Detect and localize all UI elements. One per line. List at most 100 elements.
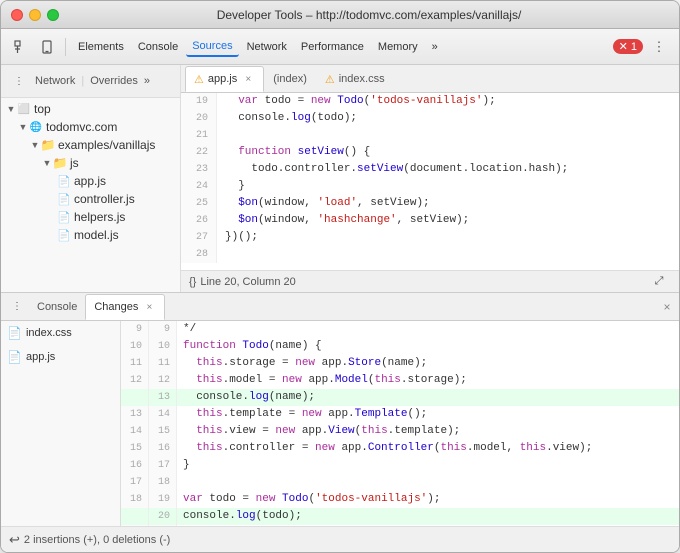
tree-item-examples[interactable]: ▼ 📁 examples/vanillajs — [1, 136, 180, 154]
overrides-tab-label[interactable]: Overrides — [90, 75, 138, 87]
tab-changes-label: Changes — [94, 301, 138, 313]
changes-file-label-indexcss: index.css — [26, 327, 72, 339]
tree-label-appjs: app.js — [74, 174, 106, 188]
tree-item-todomvc[interactable]: ▼ 🌐 todomvc.com — [1, 118, 180, 136]
tree-toggle-js[interactable]: ▼ — [41, 157, 53, 169]
code-lines: 19 var todo = new Todo('todos-vanillajs'… — [181, 93, 679, 263]
appjs-file-icon: 📄 — [7, 350, 22, 364]
helpersjs-icon: 📄 — [57, 210, 71, 224]
traffic-lights — [11, 9, 59, 21]
tree-item-top[interactable]: ▼ ⬜ top — [1, 100, 180, 118]
code-editor[interactable]: 19 var todo = new Todo('todos-vanillajs'… — [181, 93, 679, 270]
toolbar-right: ✕ 1 ⋮ — [613, 35, 671, 59]
changes-file-appjs[interactable]: 📄 app.js — [1, 345, 120, 369]
more-tabs-button[interactable]: » — [426, 38, 444, 56]
tree-item-appjs[interactable]: 📄 app.js — [1, 172, 180, 190]
statusbar-brackets: {} — [189, 276, 196, 288]
changes-content: 📄 index.css 📄 app.js 9 9 */ — [1, 321, 679, 526]
close-bottom-panel-button[interactable]: × — [659, 299, 675, 315]
diff-line-4: 12 12 this.model = new app.Model(this.st… — [121, 372, 679, 389]
js-folder-icon: 📁 — [53, 156, 67, 170]
diff-line-11: 18 19 var todo = new Todo('todos-vanilla… — [121, 491, 679, 508]
bottom-panel-menu-button[interactable]: ⋮ — [5, 295, 29, 319]
tree-item-controllerjs[interactable]: 📄 controller.js — [1, 190, 180, 208]
error-badge: ✕ 1 — [613, 39, 643, 54]
code-tab-index[interactable]: (index) — [264, 66, 316, 92]
tab-warning-appjs: ⚠ — [194, 73, 204, 86]
code-tab-indexcss[interactable]: ⚠ index.css — [316, 66, 394, 92]
tree-label-modeljs: model.js — [74, 228, 119, 242]
window-title: Developer Tools – http://todomvc.com/exa… — [69, 8, 669, 22]
diff-line-12: 20 console.log(todo); — [121, 508, 679, 525]
diff-line-6: 13 14 this.template = new app.Template()… — [121, 406, 679, 423]
modeljs-icon: 📄 — [57, 228, 71, 242]
tree-toggle-top[interactable]: ▼ — [5, 103, 17, 115]
maximize-button[interactable] — [47, 9, 59, 21]
tab-label-appjs: app.js — [208, 73, 237, 85]
tab-console[interactable]: Console — [132, 38, 184, 56]
code-line-20: 20 console.log(todo); — [181, 110, 679, 127]
tab-network[interactable]: Network — [241, 38, 293, 56]
tree-label-controllerjs: controller.js — [74, 192, 135, 206]
network-tab-label[interactable]: Network — [35, 75, 75, 87]
inspect-element-button[interactable] — [9, 35, 33, 59]
tree-item-js[interactable]: ▼ 📁 js — [1, 154, 180, 172]
code-line-23: 23 todo.controller.setView(document.loca… — [181, 161, 679, 178]
diff-line-10: 17 18 — [121, 474, 679, 491]
code-tab-appjs[interactable]: ⚠ app.js × — [185, 66, 264, 92]
tab-memory[interactable]: Memory — [372, 38, 424, 56]
changes-footer: ↩ 2 insertions (+), 0 deletions (-) — [1, 526, 679, 552]
settings-button[interactable]: ⋮ — [647, 35, 671, 59]
tab-close-appjs[interactable]: × — [241, 72, 255, 86]
toolbar-separator — [65, 38, 66, 56]
appjs-icon: 📄 — [57, 174, 71, 188]
domain-icon: 🌐 — [29, 120, 43, 134]
tab-performance[interactable]: Performance — [295, 38, 370, 56]
error-icon: ✕ — [619, 40, 628, 53]
tab-console-bottom[interactable]: Console — [29, 294, 85, 320]
tree-label-js: js — [70, 156, 79, 170]
tree-toggle-todomvc[interactable]: ▼ — [17, 121, 29, 133]
statusbar-right: ⤢ — [647, 270, 671, 293]
file-panel: ⋮ Network | Overrides » ▼ ⬜ top ▼ 🌐 todo… — [1, 65, 181, 292]
error-count: 1 — [631, 41, 637, 53]
file-panel-menu-button[interactable]: ⋮ — [7, 69, 31, 93]
changes-file-label-appjs: app.js — [26, 351, 55, 363]
main-content: ⋮ Network | Overrides » ▼ ⬜ top ▼ 🌐 todo… — [1, 65, 679, 292]
tree-item-helpersjs[interactable]: 📄 helpers.js — [1, 208, 180, 226]
tab-label-indexcss: index.css — [339, 73, 385, 85]
diff-lines: 9 9 */ 10 10 function Todo(name) { 11 11… — [121, 321, 679, 526]
tab-label-index: (index) — [273, 73, 307, 85]
diff-line-3: 11 11 this.storage = new app.Store(name)… — [121, 355, 679, 372]
changes-file-indexcss[interactable]: 📄 index.css — [1, 321, 120, 345]
diff-line-2: 10 10 function Todo(name) { — [121, 338, 679, 355]
statusbar-expand-button[interactable]: ⤢ — [647, 270, 671, 293]
file-panel-header: ⋮ Network | Overrides » — [1, 65, 180, 98]
tree-item-modeljs[interactable]: 📄 model.js — [1, 226, 180, 244]
tab-changes[interactable]: Changes × — [85, 294, 165, 320]
diff-line-7: 14 15 this.view = new app.View(this.temp… — [121, 423, 679, 440]
titlebar: Developer Tools – http://todomvc.com/exa… — [1, 1, 679, 29]
tree-label-todomvc: todomvc.com — [46, 120, 117, 134]
tab-changes-close[interactable]: × — [142, 300, 156, 314]
code-line-26: 26 $on(window, 'hashchange', setView); — [181, 212, 679, 229]
code-line-21: 21 — [181, 127, 679, 144]
tab-sources[interactable]: Sources — [186, 37, 238, 57]
code-line-19: 19 var todo = new Todo('todos-vanillajs'… — [181, 93, 679, 110]
file-panel-more[interactable]: » — [144, 75, 150, 87]
close-button[interactable] — [11, 9, 23, 21]
tree-toggle-examples[interactable]: ▼ — [29, 139, 41, 151]
minimize-button[interactable] — [29, 9, 41, 21]
code-panel: ⚠ app.js × (index) ⚠ index.css 19 va — [181, 65, 679, 292]
tree-label-helpersjs: helpers.js — [74, 210, 125, 224]
diff-line-8: 15 16 this.controller = new app.Controll… — [121, 440, 679, 457]
tree-label-top: top — [34, 102, 51, 116]
tree-label-examples: examples/vanillajs — [58, 138, 155, 152]
device-toolbar-button[interactable] — [35, 35, 59, 59]
undo-icon: ↩ — [9, 532, 20, 548]
tab-warning-indexcss: ⚠ — [325, 73, 335, 86]
changes-summary: 2 insertions (+), 0 deletions (-) — [24, 534, 170, 546]
tab-elements[interactable]: Elements — [72, 38, 130, 56]
changes-diff: 9 9 */ 10 10 function Todo(name) { 11 11… — [121, 321, 679, 526]
indexcss-file-icon: 📄 — [7, 326, 22, 340]
